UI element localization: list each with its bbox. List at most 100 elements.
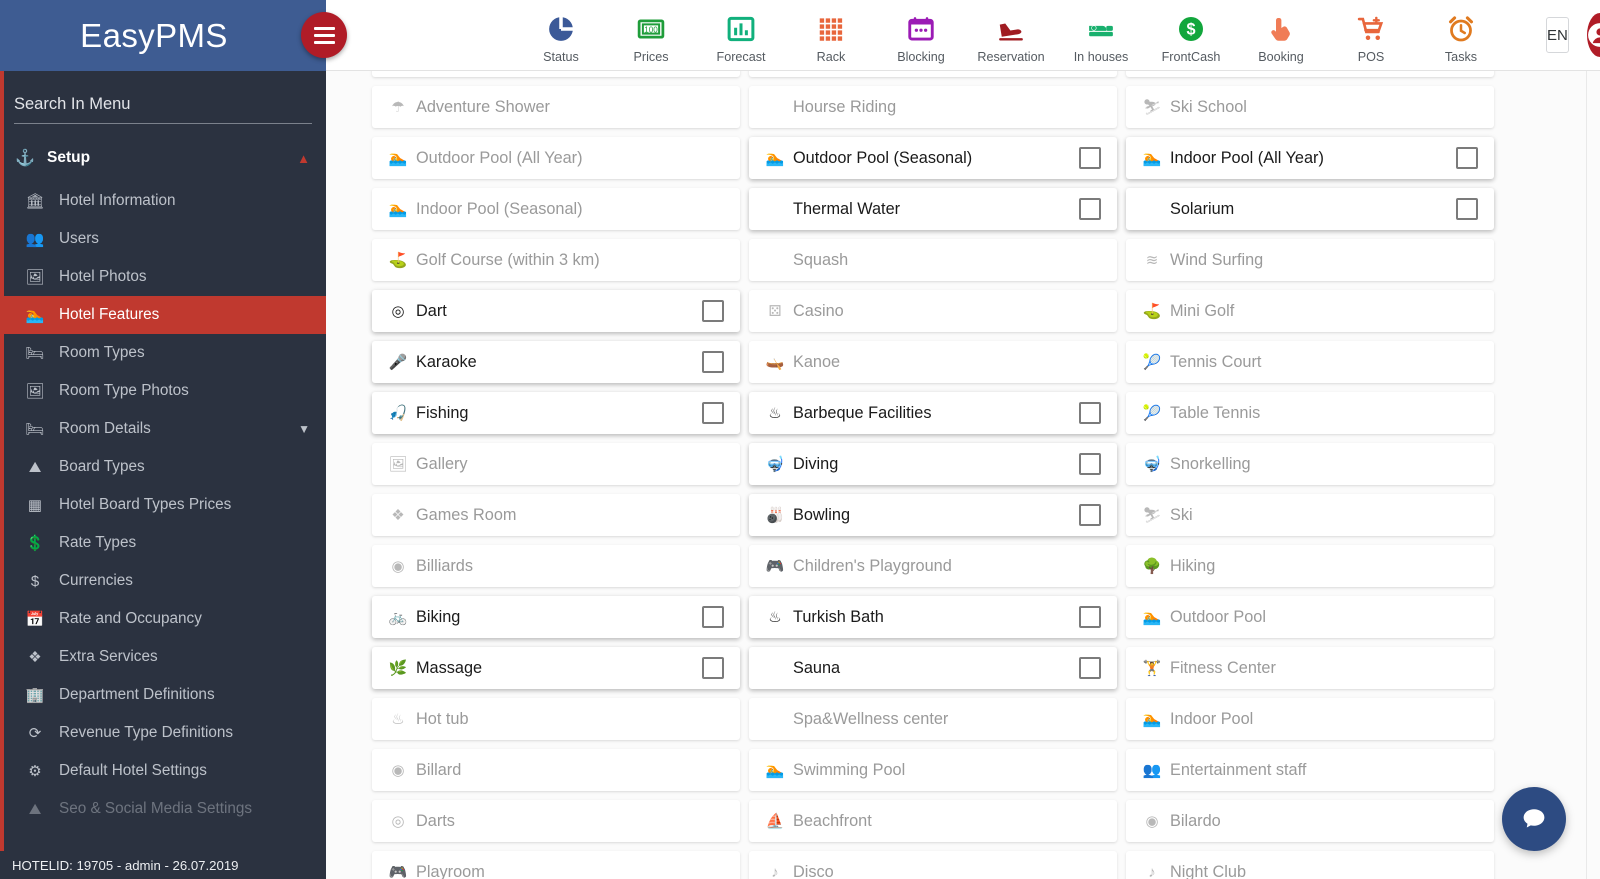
feature-row[interactable]: ◎ Darts — [372, 800, 740, 842]
feature-row[interactable]: ◉ Billiards — [372, 545, 740, 587]
sidebar-item-hotel-photos[interactable]: 🖼 Hotel Photos — [0, 258, 326, 296]
topnav-frontcash[interactable]: $ FrontCash — [1146, 7, 1236, 64]
sidebar-section-setup[interactable]: ⚓ Setup ▲ — [0, 124, 326, 182]
sidebar-item-revenue-type-definitions[interactable]: ⟳ Revenue Type Definitions — [0, 714, 326, 752]
sidebar-item-room-type-photos[interactable]: 🖼 Room Type Photos — [0, 372, 326, 410]
sidebar-item-hotel-features[interactable]: 🏊 Hotel Features — [0, 296, 326, 334]
feature-row[interactable]: Hourse Riding — [749, 86, 1117, 128]
sidebar-item-users[interactable]: 👥 Users — [0, 220, 326, 258]
feature-row[interactable]: 🏊 Swimming Pool — [749, 749, 1117, 791]
feature-row[interactable]: ☂ Adventure Shower — [372, 86, 740, 128]
feature-row[interactable]: 🎳 Bowling — [749, 494, 1117, 536]
feature-row[interactable]: 🏊 Indoor Pool (Seasonal) — [372, 188, 740, 230]
feature-row[interactable]: ≋ Wind Surfing — [1126, 239, 1494, 281]
feature-row[interactable]: 🎮 Playroom — [372, 851, 740, 879]
sidebar-item-rate-types[interactable]: 💲 Rate Types — [0, 524, 326, 562]
sidebar-item-currencies[interactable]: $ Currencies — [0, 562, 326, 600]
feature-checkbox[interactable] — [1079, 606, 1101, 628]
feature-checkbox[interactable] — [1456, 198, 1478, 220]
feature-row[interactable]: ◉ Billard — [372, 749, 740, 791]
feature-row[interactable]: 🏋 Fitness Center — [1126, 647, 1494, 689]
feature-checkbox[interactable] — [1079, 402, 1101, 424]
feature-checkbox[interactable] — [702, 606, 724, 628]
topnav-pos[interactable]: POS — [1326, 7, 1416, 64]
feature-row[interactable]: 🌳 Hiking — [1126, 545, 1494, 587]
feature-row[interactable]: 🎾 Table Tennis — [1126, 392, 1494, 434]
feature-row[interactable]: 👥 Entertainment staff — [1126, 749, 1494, 791]
feature-row[interactable]: ⛵ Beachfront — [749, 800, 1117, 842]
feature-row[interactable]: 🏊 Outdoor Pool (All Year) — [372, 137, 740, 179]
topnav-reservation[interactable]: Reservation — [966, 7, 1056, 64]
feature-row[interactable]: 🏊 Indoor Pool — [1126, 698, 1494, 740]
feature-checkbox[interactable] — [702, 300, 724, 322]
sidebar-item-hotel-board-types-prices[interactable]: ▦ Hotel Board Types Prices — [0, 486, 326, 524]
feature-row[interactable]: ✈Helicopter — [749, 71, 1117, 77]
topnav-tasks[interactable]: Tasks — [1416, 7, 1506, 64]
search-input[interactable] — [14, 93, 312, 124]
topnav-blocking[interactable]: Blocking — [876, 7, 966, 64]
sidebar-item-seo-social-media-settings[interactable]: ⛰ Seo & Social Media Settings — [0, 790, 326, 828]
feature-checkbox[interactable] — [1079, 657, 1101, 679]
feature-row[interactable]: ⚘Theatre — [1126, 71, 1494, 77]
user-avatar-icon[interactable] — [1586, 13, 1600, 57]
feature-row[interactable]: 🚲 Biking — [372, 596, 740, 638]
topnav-booking[interactable]: Booking — [1236, 7, 1326, 64]
topnav-forecast[interactable]: Forecast — [696, 7, 786, 64]
feature-row[interactable]: 🎾 Tennis Court — [1126, 341, 1494, 383]
sidebar-item-department-definitions[interactable]: 🏢 Department Definitions — [0, 676, 326, 714]
feature-checkbox[interactable] — [702, 402, 724, 424]
feature-row[interactable]: 🌿 Massage — [372, 647, 740, 689]
feature-row[interactable]: ⚄ Casino — [749, 290, 1117, 332]
feature-checkbox[interactable] — [1079, 147, 1101, 169]
feature-row[interactable]: Squash — [749, 239, 1117, 281]
feature-checkbox[interactable] — [1079, 504, 1101, 526]
language-selector[interactable]: EN — [1546, 17, 1569, 53]
feature-checkbox[interactable] — [702, 657, 724, 679]
topnav-rack[interactable]: Rack — [786, 7, 876, 64]
topnav-in-houses[interactable]: In houses — [1056, 7, 1146, 64]
feature-row[interactable]: ♪ Night Club — [1126, 851, 1494, 879]
feature-row[interactable]: 🐾Zoo — [372, 71, 740, 77]
feature-checkbox[interactable] — [702, 351, 724, 373]
feature-row[interactable]: ◎ Dart — [372, 290, 740, 332]
topnav-prices[interactable]: 100 Prices — [606, 7, 696, 64]
feature-row[interactable]: ♨ Hot tub — [372, 698, 740, 740]
feature-row[interactable]: ♨ Barbeque Facilities — [749, 392, 1117, 434]
feature-row[interactable]: ⛷ Ski School — [1126, 86, 1494, 128]
feature-row[interactable]: 🖼 Gallery — [372, 443, 740, 485]
feature-row[interactable]: ⛷ Ski — [1126, 494, 1494, 536]
sidebar-item-hotel-information[interactable]: 🏛 Hotel Information — [0, 182, 326, 220]
feature-row[interactable]: 🏊 Outdoor Pool (Seasonal) — [749, 137, 1117, 179]
feature-row[interactable]: ◉ Bilardo — [1126, 800, 1494, 842]
feature-row[interactable]: Sauna — [749, 647, 1117, 689]
feature-checkbox[interactable] — [1456, 147, 1478, 169]
topnav-status[interactable]: Status — [516, 7, 606, 64]
chevron-down-icon[interactable]: ▼ — [298, 422, 310, 436]
feature-row[interactable]: 🎮 Children's Playground — [749, 545, 1117, 587]
sidebar-item-board-types[interactable]: ⛰ Board Types — [0, 448, 326, 486]
feature-row[interactable]: 🤿 Diving — [749, 443, 1117, 485]
feature-checkbox[interactable] — [1079, 198, 1101, 220]
chat-bubble-icon[interactable] — [1502, 787, 1566, 851]
feature-row[interactable]: ♪ Disco — [749, 851, 1117, 879]
feature-row[interactable]: ⛳ Golf Course (within 3 km) — [372, 239, 740, 281]
feature-row[interactable]: 🏊 Indoor Pool (All Year) — [1126, 137, 1494, 179]
feature-row[interactable]: ♨ Turkish Bath — [749, 596, 1117, 638]
feature-row[interactable]: Spa&Wellness center — [749, 698, 1117, 740]
feature-row[interactable]: ❖ Games Room — [372, 494, 740, 536]
sidebar-item-extra-services[interactable]: ❖ Extra Services — [0, 638, 326, 676]
sidebar-item-default-hotel-settings[interactable]: ⚙ Default Hotel Settings — [0, 752, 326, 790]
feature-row[interactable]: 🏊 Outdoor Pool — [1126, 596, 1494, 638]
sidebar-item-room-types[interactable]: 🛏 Room Types — [0, 334, 326, 372]
feature-row[interactable]: 🤿 Snorkelling — [1126, 443, 1494, 485]
feature-row[interactable]: 🎤 Karaoke — [372, 341, 740, 383]
feature-row[interactable]: 🛶 Kanoe — [749, 341, 1117, 383]
hamburger-menu-icon[interactable] — [301, 12, 347, 58]
sidebar-item-room-details[interactable]: 🛏 Room Details ▼ — [0, 410, 326, 448]
vertical-scrollbar[interactable] — [1586, 71, 1600, 879]
feature-checkbox[interactable] — [1079, 453, 1101, 475]
feature-row[interactable]: 🎣 Fishing — [372, 392, 740, 434]
feature-row[interactable]: ⛳ Mini Golf — [1126, 290, 1494, 332]
feature-row[interactable]: Thermal Water — [749, 188, 1117, 230]
sidebar-item-rate-and-occupancy[interactable]: 📅 Rate and Occupancy — [0, 600, 326, 638]
